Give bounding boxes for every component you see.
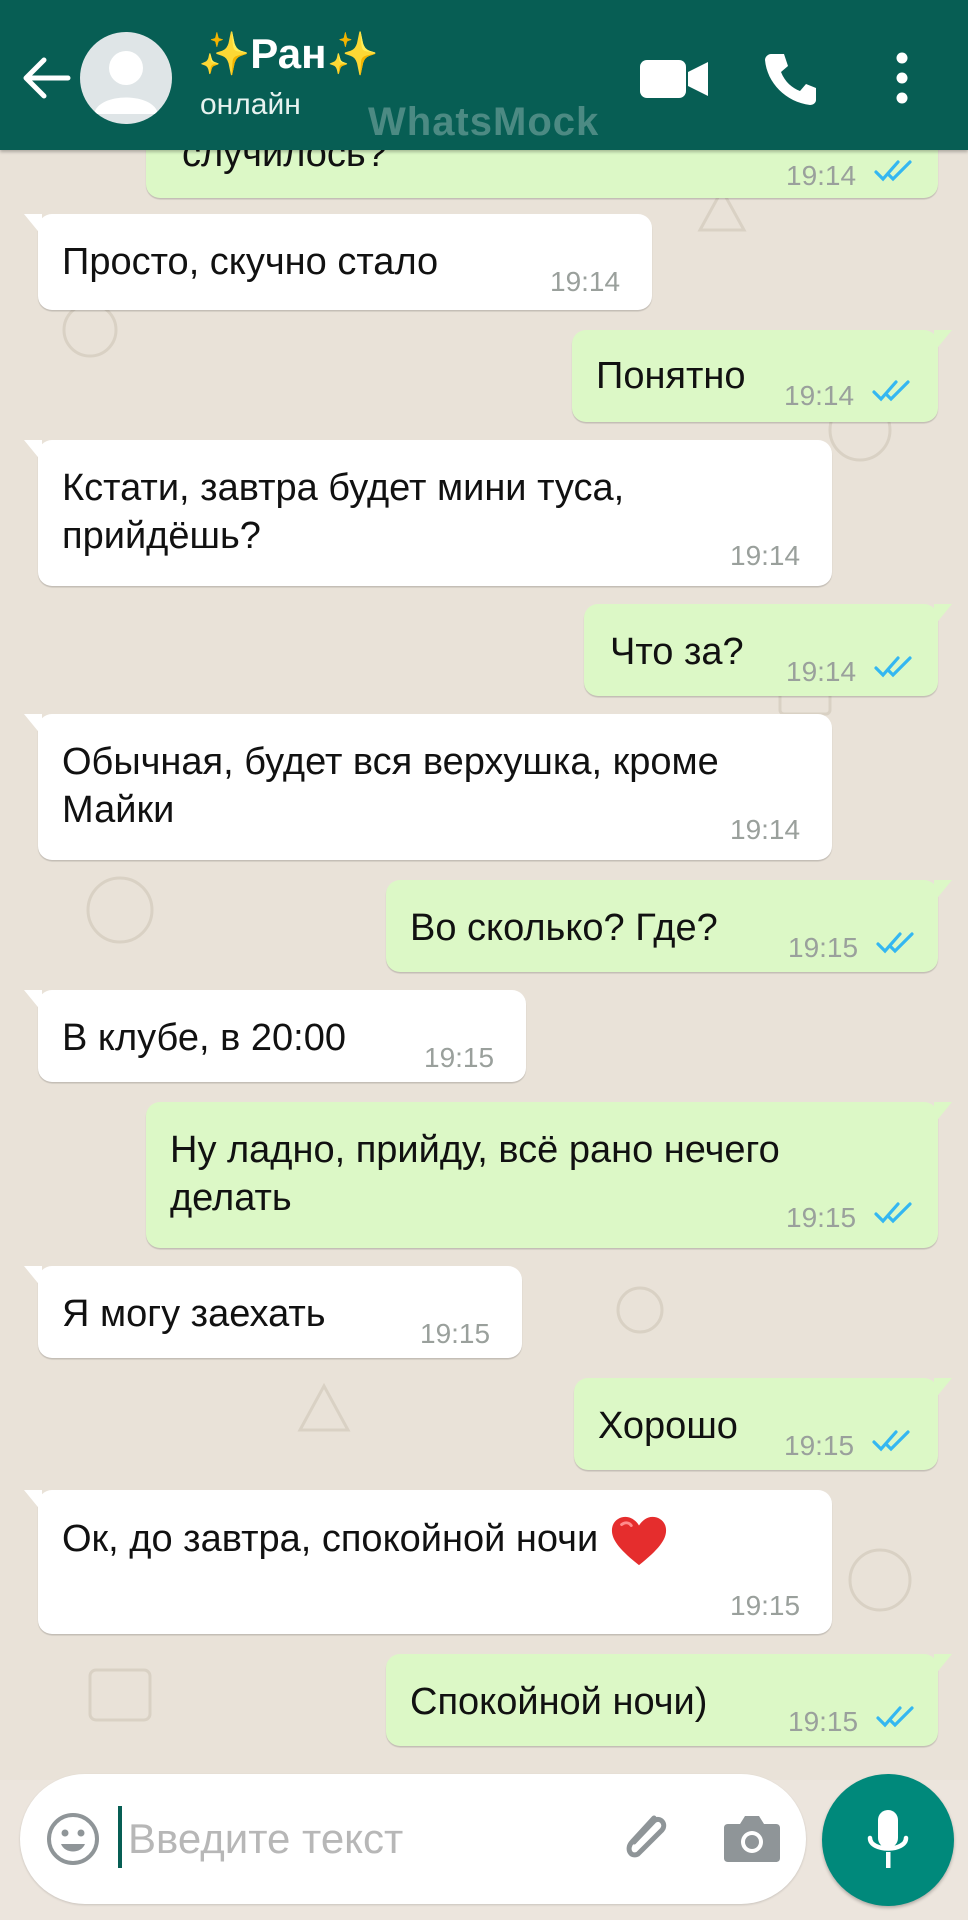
phone-icon[interactable] <box>762 50 818 106</box>
avatar-placeholder-icon <box>94 51 158 114</box>
message-time: 19:15 <box>786 1202 857 1233</box>
message-text: Ну ладно, прийду, всё рано нечего делать <box>170 1126 780 1222</box>
message-composer <box>20 1774 806 1904</box>
message-text: Ок, до завтра, спокойной ночи <box>62 1514 668 1568</box>
chat-header: ✨Ран✨ онлайн WhatsMock <box>0 0 968 150</box>
incoming-message[interactable]: Просто, скучно стало 19:14 <box>24 214 652 310</box>
message-text-content: Во сколько? Где? <box>410 907 718 949</box>
message-text: Обычная, будет вся верхушка, кроме Майки <box>62 738 719 834</box>
back-arrow-icon[interactable] <box>22 56 72 100</box>
bubble-tail <box>934 1102 952 1124</box>
message-text-content: Что за? <box>610 631 744 673</box>
message-text: В клубе, в 20:00 <box>62 1014 346 1062</box>
message-text: Что за? <box>610 628 744 676</box>
text-cursor <box>118 1806 122 1868</box>
bubble-tail <box>934 1378 952 1400</box>
message-text-content: В клубе, в 20:00 <box>62 1017 346 1059</box>
message-text-content: Я могу заехать <box>62 1293 326 1335</box>
attach-icon[interactable] <box>614 1804 678 1868</box>
bubble-tail <box>24 990 42 1012</box>
read-receipt-icon <box>874 656 912 678</box>
message-time: 19:14 <box>730 814 801 845</box>
message-text-line: прийдёшь? <box>62 515 261 557</box>
contact-status: онлайн <box>200 88 301 121</box>
avatar[interactable] <box>80 32 172 124</box>
bubble-tail <box>24 1490 42 1512</box>
bubble-tail <box>24 714 42 736</box>
outgoing-message[interactable]: Спокойной ночи) 19:15 <box>386 1654 952 1746</box>
read-receipt-icon <box>874 160 912 182</box>
read-receipt-icon <box>876 1706 914 1728</box>
message-time: 19:15 <box>420 1318 491 1349</box>
bubble-tail <box>934 604 952 626</box>
message-time: 19:15 <box>788 1706 859 1737</box>
outgoing-message[interactable]: Что за? 19:14 <box>584 604 952 696</box>
message-time: 19:15 <box>730 1590 801 1621</box>
heart-emoji-icon <box>612 1516 667 1566</box>
message-text: Кстати, завтра будет мини туса, прийдёшь? <box>62 464 624 560</box>
message-input[interactable] <box>126 1802 590 1876</box>
incoming-message[interactable]: Обычная, будет вся верхушка, кроме Майки 1… <box>24 714 832 860</box>
read-receipt-icon <box>872 380 910 402</box>
message-time: 19:15 <box>788 932 859 963</box>
camera-icon[interactable] <box>722 1810 782 1866</box>
outgoing-message[interactable]: Во сколько? Где? 19:15 <box>386 880 952 972</box>
message-text: Спокойной ночи) <box>410 1678 707 1726</box>
bubble-tail <box>934 330 952 352</box>
message-time: 19:14 <box>784 380 855 411</box>
message-text-line: Обычная, будет вся верхушка, кроме <box>62 741 719 783</box>
message-time: 19:15 <box>784 1430 855 1461</box>
video-call-icon[interactable] <box>640 58 708 100</box>
message-time: 19:14 <box>786 160 857 191</box>
emoji-icon[interactable] <box>46 1812 100 1866</box>
outgoing-message[interactable]: Ну ладно, прийду, всё рано нечего делать 1… <box>146 1102 952 1248</box>
message-time: 19:14 <box>730 540 801 571</box>
bubble-tail <box>934 880 952 902</box>
message-text: Во сколько? Где? <box>410 904 718 952</box>
incoming-message[interactable]: Я могу заехать 19:15 <box>24 1266 522 1358</box>
contact-name[interactable]: ✨Ран✨ <box>198 30 379 79</box>
message-text-content: Просто, скучно стало <box>62 241 439 283</box>
message-text-line: делать <box>170 1177 292 1219</box>
message-time: 19:14 <box>786 656 857 687</box>
mic-button[interactable] <box>822 1774 954 1906</box>
read-receipt-icon <box>876 932 914 954</box>
message-text-content: Понятно <box>596 355 746 397</box>
message-time: 19:15 <box>424 1042 495 1073</box>
message-text: Просто, скучно стало <box>62 238 438 286</box>
outgoing-message[interactable]: Понятно 19:14 <box>572 330 952 422</box>
message-time: 19:14 <box>550 266 621 297</box>
bubble-tail <box>24 1266 42 1288</box>
incoming-message[interactable]: Кстати, завтра будет мини туса, прийдёшь?… <box>24 440 832 586</box>
mic-icon <box>867 1810 909 1868</box>
incoming-message[interactable]: Ок, до завтра, спокойной ночи 19:15 <box>24 1490 832 1634</box>
message-text-line: Ну ладно, прийду, всё рано нечего <box>170 1129 780 1171</box>
bubble-tail <box>24 440 42 462</box>
message-text: Я могу заехать <box>62 1290 326 1338</box>
read-receipt-icon <box>872 1430 910 1452</box>
bubble-tail <box>24 214 42 236</box>
message-text-line: Кстати, завтра будет мини туса, <box>62 467 625 509</box>
outgoing-message[interactable]: Хорошо 19:15 <box>574 1378 952 1470</box>
read-receipt-icon <box>874 1202 912 1224</box>
incoming-message[interactable]: В клубе, в 20:00 19:15 <box>24 990 526 1082</box>
message-text-line: Майки <box>62 789 175 831</box>
bubble-tail <box>934 1654 952 1676</box>
message-text: Понятно <box>596 352 746 400</box>
message-text-content: Ок, до завтра, спокойной ночи <box>62 1518 599 1561</box>
watermark: WhatsMock <box>368 100 600 144</box>
more-vert-icon[interactable] <box>892 52 912 104</box>
message-text: Хорошо <box>598 1402 738 1450</box>
message-text-content: Хорошо <box>598 1405 738 1447</box>
message-text-content: Спокойной ночи) <box>410 1681 708 1723</box>
